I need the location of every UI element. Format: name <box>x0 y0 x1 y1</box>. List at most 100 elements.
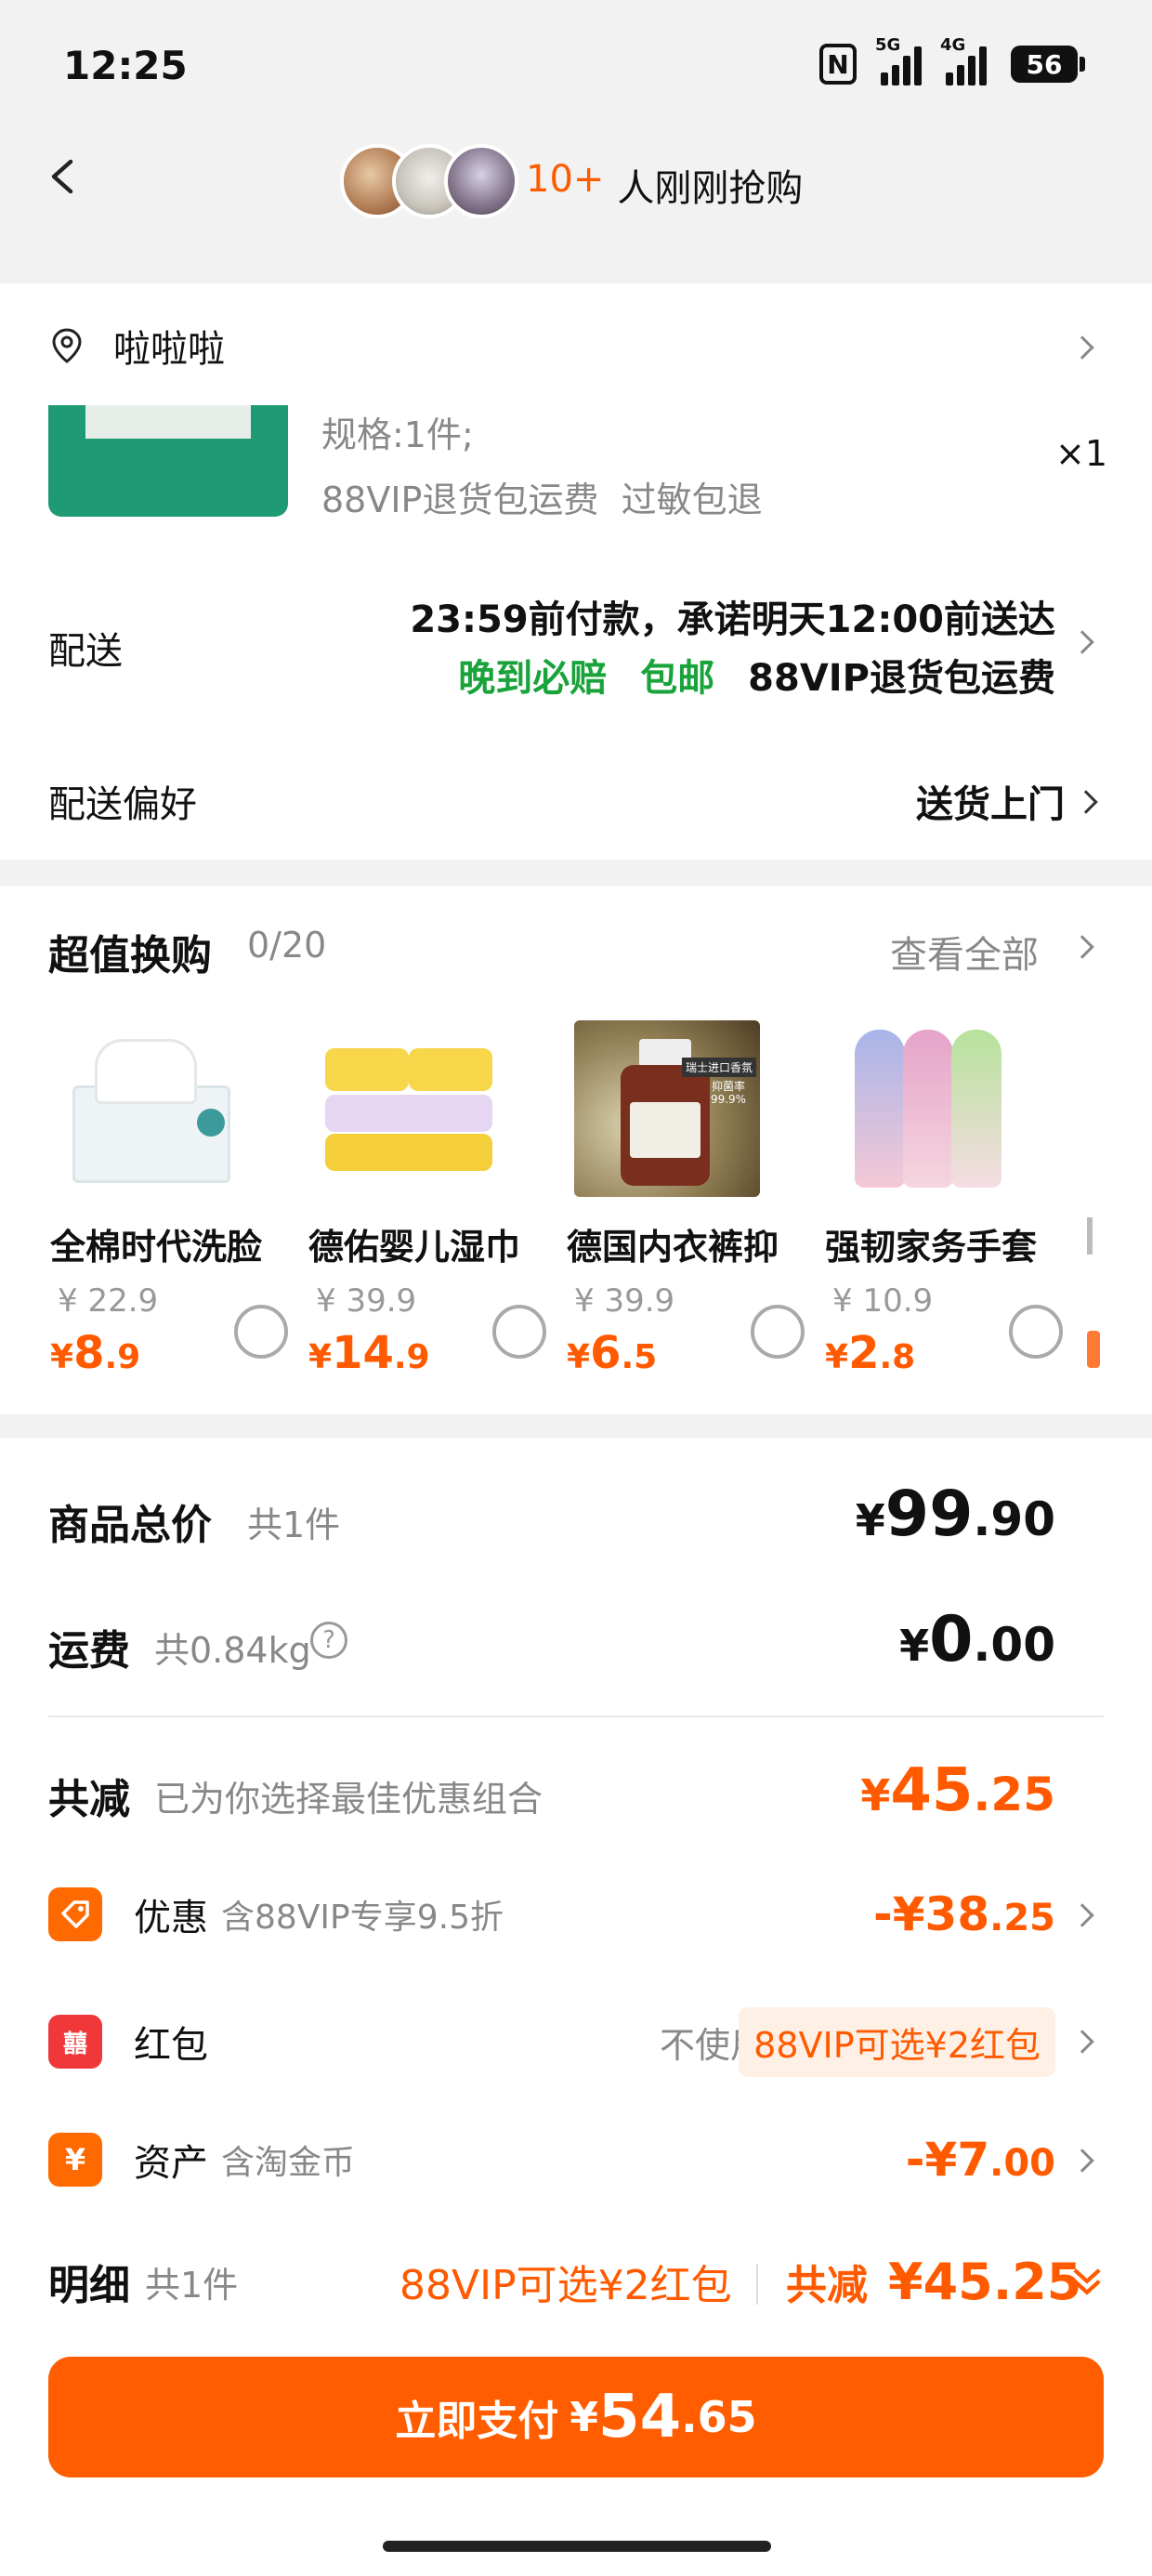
pay-now-label: 立即支付 <box>395 2398 559 2445</box>
status-bar: 12:25 N 5G 4G 56 <box>0 0 1152 139</box>
chevron-right-icon <box>1070 335 1094 360</box>
exchange-item-name: 强韧家务手套 <box>825 1227 1038 1268</box>
exchange-item-partial[interactable] <box>1087 1217 1100 1255</box>
chevron-right-icon <box>1070 630 1094 654</box>
exchange-item-name: 全棉时代洗脸 <box>50 1227 263 1268</box>
chevron-right-icon <box>1070 2149 1094 2173</box>
divider <box>756 2264 758 2305</box>
discount-description: 含88VIP专享9.5折 <box>221 1899 504 1937</box>
checkout-screen: 12:25 N 5G 4G 56 10+ 人刚刚抢购 啦啦啦 规格:1件; 88… <box>0 0 1152 2576</box>
shipping-weight: 共0.84kg <box>154 1630 311 1671</box>
nfc-icon: N <box>819 44 857 85</box>
detail-reduce-label: 共减 <box>786 2262 868 2309</box>
delivery-preference-label: 配送偏好 <box>48 783 197 826</box>
exchange-item-old-price: ¥ 22.9 <box>58 1282 159 1320</box>
exchange-item[interactable]: 瑞士进口香氛 抑菌率 99.9% 德国内衣裤抑 ¥ 39.9 ¥6.5 <box>565 1020 806 1379</box>
tissue-image <box>58 1020 243 1197</box>
detail-row[interactable]: 明细 共1件 88VIP可选¥2红包 共减 ¥45.25 <box>48 2249 1104 2314</box>
product-service: 88VIP退货包运费 过敏包退 <box>321 480 763 520</box>
pay-now-button[interactable]: 立即支付 ¥ 54 .65 <box>48 2357 1104 2477</box>
discount-tag-icon <box>48 1887 102 1941</box>
exchange-item-partial-price <box>1087 1331 1100 1368</box>
red-packet-row[interactable]: 囍 红包 不使用 88VIP可选¥2红包 <box>48 2006 1104 2077</box>
exchange-item[interactable]: 全棉时代洗脸 ¥ 22.9 ¥8.9 <box>48 1020 290 1379</box>
detail-reduce-value: ¥45.25 <box>888 2252 1082 2311</box>
late-compensation-tag: 晚到必赔 <box>458 657 608 700</box>
signal-5g-icon: 5G <box>875 35 922 85</box>
chevron-right-icon <box>1070 2030 1094 2054</box>
back-arrow-icon[interactable] <box>45 158 82 195</box>
exchange-select-radio[interactable] <box>751 1305 805 1359</box>
delivery-preference-value: 送货上门 <box>916 783 1065 826</box>
discount-label: 优惠 <box>134 1897 208 1939</box>
assets-value: -¥7.00 <box>905 2133 1055 2187</box>
see-all-link[interactable]: 查看全部 <box>890 925 1039 979</box>
exchange-item-price: ¥14.9 <box>308 1327 430 1379</box>
detail-promo: 88VIP可选¥2红包 <box>399 2262 732 2309</box>
pay-currency: ¥ <box>569 2393 599 2441</box>
buyers-label: 人刚刚抢购 <box>617 167 804 210</box>
product-badge-antibacterial: 抑菌率 99.9% <box>710 1080 747 1106</box>
exchange-item-price: ¥8.9 <box>50 1327 141 1379</box>
buyer-avatars <box>340 144 518 224</box>
gloves-image <box>832 1020 1018 1197</box>
exchange-select-radio[interactable] <box>492 1305 546 1359</box>
exchange-title: 超值换购 <box>48 932 212 979</box>
detail-label: 明细 <box>48 2262 130 2309</box>
detail-item-count: 共1件 <box>145 2264 239 2306</box>
red-packet-icon: 囍 <box>48 2015 102 2069</box>
exchange-item-name: 德佑婴儿湿巾 <box>308 1227 521 1268</box>
exchange-item-price: ¥2.8 <box>825 1327 916 1379</box>
help-icon[interactable]: ? <box>310 1622 347 1659</box>
status-time: 12:25 <box>63 43 188 88</box>
discount-row[interactable]: 优惠 含88VIP专享9.5折 -¥38.25 <box>48 1886 1104 1942</box>
delivery-label: 配送 <box>48 630 123 673</box>
exchange-item[interactable]: 强韧家务手套 ¥ 10.9 ¥2.8 <box>823 1020 1065 1379</box>
home-indicator[interactable] <box>383 2541 771 2552</box>
pay-amount-dec: .65 <box>681 2392 757 2442</box>
free-shipping-tag: 包邮 <box>640 657 715 700</box>
exchange-select-radio[interactable] <box>1009 1305 1063 1359</box>
delivery-promise: 23:59前付款，承诺明天12:00前送达 <box>410 598 1055 641</box>
buyers-count: 10+ <box>526 158 605 201</box>
exchange-item[interactable]: 德佑婴儿湿巾 ¥ 39.9 ¥14.9 <box>307 1020 548 1379</box>
exchange-count: 0/20 <box>247 925 327 966</box>
total-item-count: 共1件 <box>247 1505 341 1545</box>
exchange-item-price: ¥6.5 <box>567 1327 658 1379</box>
total-price: ¥99.90 <box>855 1478 1055 1551</box>
location-pin-icon <box>52 328 82 363</box>
assets-row[interactable]: ¥ 资产 含淘金币 -¥7.00 <box>48 2132 1104 2188</box>
assets-label: 资产 <box>134 2142 208 2185</box>
signal-4g-icon: 4G <box>940 35 987 85</box>
reduce-label: 共减 <box>48 1776 130 1823</box>
exchange-item-old-price: ¥ 39.9 <box>316 1282 417 1320</box>
network-4g-label: 4G <box>940 35 966 55</box>
product-badge: 瑞士进口香氛 <box>681 1058 756 1077</box>
delivery-tags: 晚到必赔 包邮 88VIP退货包运费 <box>458 648 1055 702</box>
discount-value: -¥38.25 <box>873 1887 1055 1941</box>
exchange-item-old-price: ¥ 10.9 <box>832 1282 934 1320</box>
exchange-item-old-price: ¥ 39.9 <box>574 1282 675 1320</box>
exchange-select-radio[interactable] <box>234 1305 288 1359</box>
status-icons: N 5G 4G 56 <box>819 35 1085 85</box>
detergent-bottle-image: 瑞士进口香氛 抑菌率 99.9% <box>574 1020 760 1197</box>
red-packet-label: 红包 <box>134 2024 208 2067</box>
double-chevron-down-icon[interactable] <box>1070 2266 1104 2299</box>
return-shipping-tag: 88VIP退货包运费 <box>748 657 1055 700</box>
shipping-label: 运费 <box>48 1627 130 1675</box>
delivery-row[interactable]: 配送 23:59前付款，承诺明天12:00前送达 晚到必赔 包邮 88VIP退货… <box>48 585 1104 700</box>
red-packet-offer[interactable]: 88VIP可选¥2红包 <box>739 2006 1055 2077</box>
address-row[interactable]: 啦啦啦 <box>48 322 1104 371</box>
baby-wipes-image <box>316 1020 502 1197</box>
product-image <box>48 405 288 517</box>
network-5g-label: 5G <box>875 35 901 55</box>
address-name: 啦啦啦 <box>113 328 225 371</box>
product-quantity: ×1 <box>1055 433 1108 474</box>
delivery-preference-row[interactable]: 配送偏好 送货上门 <box>48 773 1104 829</box>
chevron-right-icon <box>1070 1903 1094 1927</box>
battery-icon: 56 <box>1011 46 1085 83</box>
reduce-description: 已为你选择最佳优惠组合 <box>154 1779 543 1820</box>
chevron-right-icon <box>1074 790 1098 814</box>
avatar <box>444 144 518 218</box>
reduce-amount: ¥45.25 <box>860 1756 1055 1825</box>
